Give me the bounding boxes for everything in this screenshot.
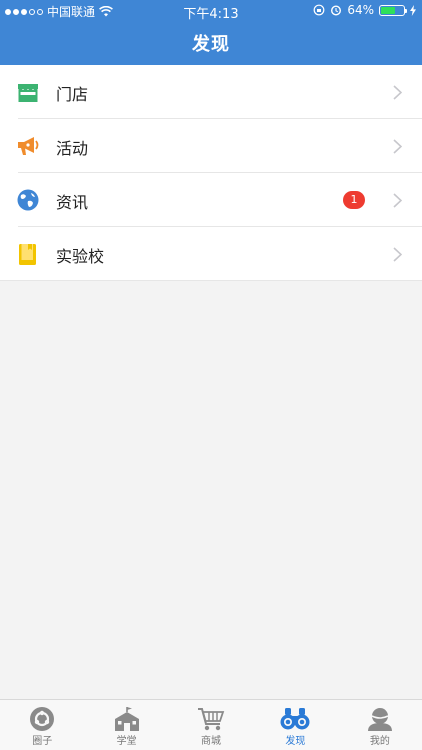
tab-mine[interactable]: 我的: [338, 700, 422, 750]
tab-label: 圈子: [32, 736, 53, 747]
battery-icon: [379, 4, 407, 16]
battery-percent: 64%: [347, 3, 374, 17]
tab-label: 发现: [285, 736, 306, 747]
menu-item-lab-school[interactable]: 实验校: [0, 227, 422, 281]
tab-mall[interactable]: 商城: [169, 700, 253, 750]
menu-item-label: 实验校: [56, 247, 105, 266]
chevron-right-icon: [393, 85, 402, 100]
book-icon: [19, 244, 36, 265]
tab-label: 学堂: [116, 736, 137, 747]
profile-icon: [367, 708, 392, 731]
battery-fill: [381, 6, 396, 14]
charging-icon: [410, 4, 416, 16]
menu-item-news[interactable]: 资讯 1: [0, 173, 422, 227]
menu-item-label: 门店: [56, 85, 89, 104]
menu-item-label: 活动: [56, 139, 89, 158]
binoculars-icon: [280, 708, 310, 730]
tab-discover[interactable]: 发现: [253, 700, 337, 750]
notification-badge: 1: [343, 191, 365, 209]
tab-circle[interactable]: 圈子: [0, 700, 84, 750]
cart-icon: [198, 708, 225, 731]
header: 中国联通 下午4:13 64% 发现: [0, 0, 422, 65]
tab-label: 商城: [201, 736, 222, 747]
divider: [0, 280, 422, 281]
menu-item-label: 资讯: [56, 193, 89, 212]
alarm-icon: [331, 5, 342, 16]
school-icon: [114, 707, 139, 731]
tab-school[interactable]: 学堂: [84, 700, 168, 750]
status-bar: 中国联通 下午4:13 64%: [0, 0, 422, 22]
menu-item-store[interactable]: 门店: [0, 65, 422, 119]
globe-icon: [17, 189, 39, 211]
store-icon: [18, 84, 38, 102]
chevron-right-icon: [393, 247, 402, 262]
tab-bar: 圈子 学堂 商城 发现 我的: [0, 699, 422, 750]
discover-menu: 门店 活动 资讯 1 实验校: [0, 65, 422, 281]
menu-item-activity[interactable]: 活动: [0, 119, 422, 173]
tab-label: 我的: [369, 736, 390, 747]
status-right: 64%: [313, 3, 416, 17]
page-title: 发现: [192, 34, 230, 55]
circle-icon: [30, 707, 55, 731]
megaphone-icon: [18, 137, 39, 155]
chevron-right-icon: [393, 193, 402, 208]
chevron-right-icon: [393, 139, 402, 154]
orientation-lock-icon: [313, 4, 325, 16]
